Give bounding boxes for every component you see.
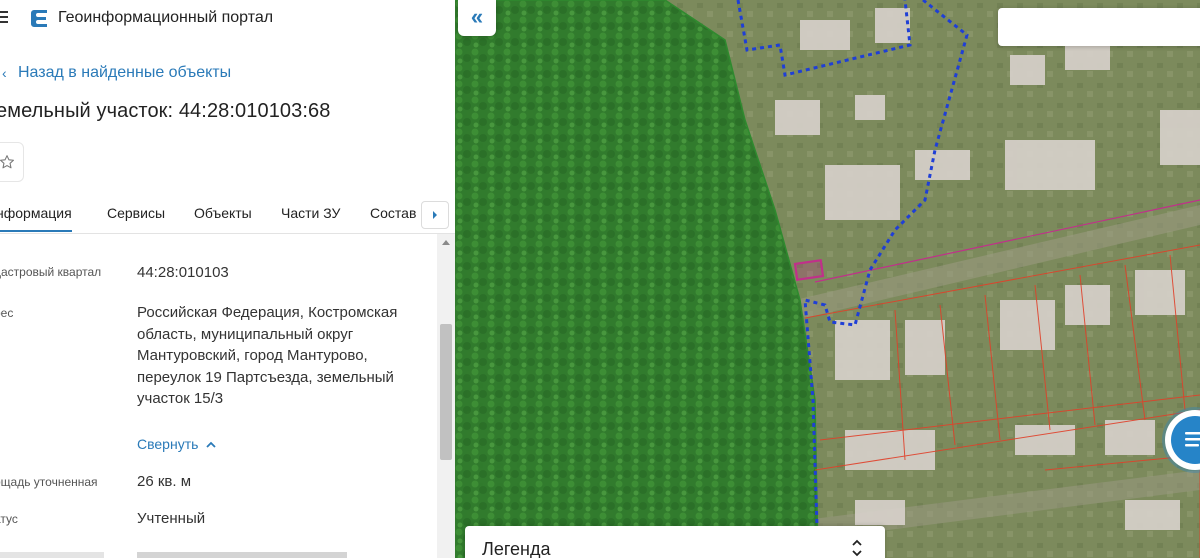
property-value: Российская Федерация, Костромская област… bbox=[137, 304, 398, 407]
scroll-up-arrow-icon[interactable] bbox=[442, 240, 450, 245]
property-label: рес bbox=[0, 306, 14, 320]
favorite-button[interactable] bbox=[0, 142, 24, 182]
tab-land-parts[interactable]: Части ЗУ bbox=[281, 205, 340, 221]
property-value: 26 кв. м bbox=[137, 473, 192, 490]
satellite-imagery bbox=[455, 0, 1200, 558]
info-content: дастровый квартал 44:28:010103 рес Росси… bbox=[0, 234, 437, 558]
property-label: ощадь уточненная bbox=[0, 475, 98, 489]
property-label: атус bbox=[0, 512, 18, 526]
tab-bar: нформация Сервисы Объекты Части ЗУ Соста… bbox=[0, 198, 455, 234]
tab-objects[interactable]: Объекты bbox=[194, 205, 252, 221]
chevron-left-icon: ‹ bbox=[2, 65, 7, 81]
tab-information[interactable]: нформация bbox=[0, 205, 72, 232]
property-label: дастровый квартал bbox=[0, 265, 102, 279]
chat-button[interactable] bbox=[1165, 410, 1200, 470]
collapse-address-link[interactable]: Свернуть bbox=[137, 436, 217, 452]
clipped-value-fragment bbox=[137, 552, 347, 558]
back-link-label: Назад в найденные объекты bbox=[18, 64, 232, 81]
object-title: емельный участок: 44:28:010103:68 bbox=[0, 100, 331, 122]
map-search-box[interactable] bbox=[998, 8, 1200, 46]
info-scrollbar[interactable] bbox=[437, 234, 455, 558]
chevron-up-icon bbox=[206, 441, 217, 448]
clipped-value-fragment bbox=[140, 234, 260, 236]
hamburger-icon[interactable] bbox=[0, 11, 8, 25]
object-panel: Геоинформационный портал ‹ Назад в найде… bbox=[0, 0, 455, 558]
chevron-right-icon bbox=[433, 211, 437, 219]
back-to-results-link[interactable]: ‹ Назад в найденные объекты bbox=[0, 62, 231, 84]
legend-title: Легенда bbox=[482, 539, 551, 558]
tabs-next-button[interactable] bbox=[421, 201, 449, 229]
tab-composition[interactable]: Состав bbox=[370, 205, 416, 221]
selected-parcel[interactable] bbox=[793, 259, 825, 281]
map-view[interactable]: « Легенда bbox=[455, 0, 1200, 558]
tab-services[interactable]: Сервисы bbox=[107, 205, 165, 221]
clipped-label-fragment bbox=[0, 234, 114, 237]
double-chevron-left-icon: « bbox=[470, 3, 484, 29]
chat-icon bbox=[1171, 416, 1200, 464]
collapse-label: Свернуть bbox=[137, 436, 199, 452]
star-icon bbox=[0, 155, 14, 169]
chevron-up-down-icon[interactable] bbox=[851, 538, 863, 558]
app-title: Геоинформационный портал bbox=[58, 9, 274, 26]
scroll-thumb[interactable] bbox=[440, 324, 452, 460]
portal-logo-icon bbox=[31, 10, 47, 27]
clipped-label-fragment bbox=[0, 552, 104, 558]
legend-panel[interactable]: Легенда bbox=[465, 526, 885, 558]
property-value: 44:28:010103 bbox=[137, 264, 229, 281]
collapse-panel-button[interactable]: « bbox=[458, 0, 496, 36]
property-value: Учтенный bbox=[137, 510, 206, 527]
top-bar: Геоинформационный портал bbox=[0, 0, 455, 38]
